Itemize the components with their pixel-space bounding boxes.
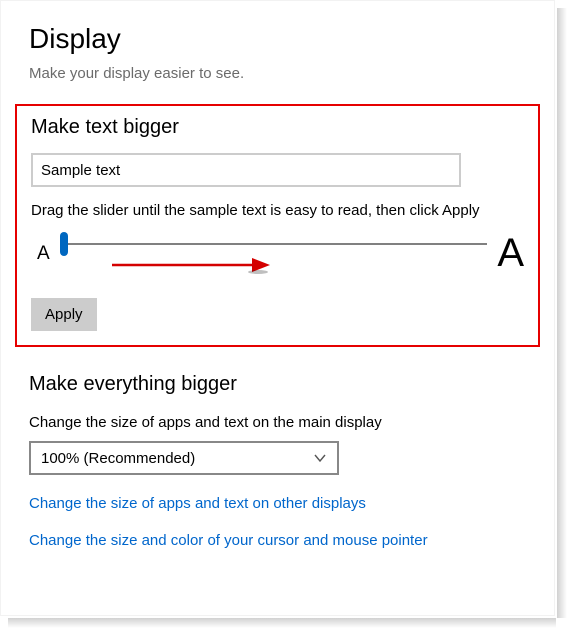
arrow-annotation-icon [112, 256, 272, 274]
slider-min-label: A [37, 243, 50, 265]
shadow-right [557, 8, 567, 618]
display-scale-select[interactable]: 100% (Recommended) [29, 441, 339, 475]
link-other-displays[interactable]: Change the size of apps and text on othe… [29, 495, 532, 512]
settings-panel: Display Make your display easier to see.… [0, 0, 555, 616]
slider-instruction: Drag the slider until the sample text is… [31, 201, 524, 221]
apply-button[interactable]: Apply [31, 298, 97, 331]
section-make-everything-bigger: Make everything bigger Change the size o… [29, 373, 532, 549]
shadow-bottom [8, 618, 556, 628]
text-size-slider-row: A A [31, 231, 524, 276]
scale-description: Change the size of apps and text on the … [29, 414, 532, 431]
chevron-down-icon [313, 451, 327, 465]
link-cursor-pointer[interactable]: Change the size and color of your cursor… [29, 532, 532, 549]
slider-thumb[interactable] [60, 232, 68, 256]
page-title: Display [29, 23, 532, 55]
display-scale-selected: 100% (Recommended) [41, 450, 195, 467]
section-make-everything-bigger-heading: Make everything bigger [29, 373, 532, 396]
section-make-text-bigger-heading: Make text bigger [31, 116, 524, 139]
highlight-box: Make text bigger Drag the slider until t… [15, 104, 540, 347]
text-size-slider[interactable] [60, 234, 488, 274]
slider-max-label: A [497, 231, 524, 276]
page-subtitle: Make your display easier to see. [29, 65, 532, 82]
slider-track [60, 243, 488, 245]
sample-text-input[interactable] [31, 153, 461, 187]
